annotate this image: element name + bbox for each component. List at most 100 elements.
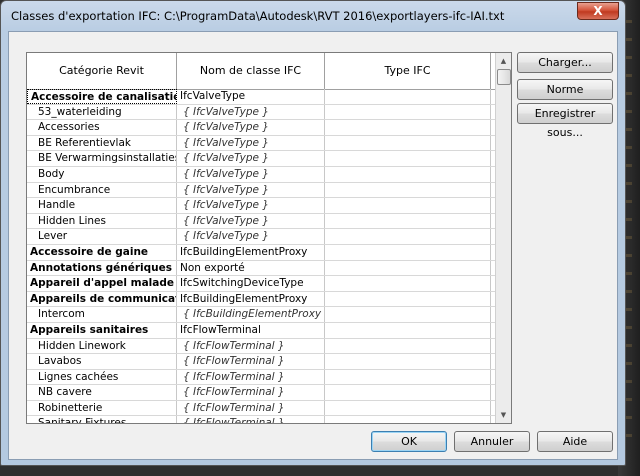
table-row[interactable]: Lever{ IfcValveType } xyxy=(27,229,495,245)
ifc-type-cell[interactable] xyxy=(325,291,491,307)
table-row[interactable]: Lignes cachées{ IfcFlowTerminal } xyxy=(27,369,495,386)
ifc-class-cell[interactable]: IfcBuildingElementProxy xyxy=(177,291,325,307)
category-cell[interactable]: NB cavere xyxy=(27,385,177,400)
table-row[interactable]: Encumbrance{ IfcValveType } xyxy=(27,182,495,199)
ifc-class-cell[interactable]: { IfcValveType } xyxy=(177,120,325,135)
category-cell[interactable]: Handle xyxy=(27,198,177,213)
column-header-ifc-class-name[interactable]: Nom de classe IFC xyxy=(177,53,325,89)
ifc-type-cell[interactable] xyxy=(325,276,491,291)
table-row[interactable]: Accessories{ IfcValveType } xyxy=(27,120,495,136)
ok-button[interactable]: OK xyxy=(371,431,447,452)
category-cell[interactable]: Appareil d'appel malade xyxy=(27,276,177,291)
ifc-type-cell[interactable] xyxy=(325,416,491,423)
ifc-class-cell[interactable]: IfcBuildingElementProxy xyxy=(177,244,325,260)
table-row[interactable]: Intercom{ IfcBuildingElementProxy } xyxy=(27,307,495,323)
ifc-type-cell[interactable] xyxy=(325,354,491,369)
table-row[interactable]: Lavabos{ IfcFlowTerminal } xyxy=(27,354,495,370)
ifc-class-cell[interactable]: { IfcValveType } xyxy=(177,135,325,151)
category-cell[interactable]: Appareils sanitaires xyxy=(27,322,177,338)
category-cell[interactable]: Accessories xyxy=(27,120,177,135)
category-cell[interactable]: Lignes cachées xyxy=(27,369,177,385)
ifc-type-cell[interactable] xyxy=(325,338,491,354)
category-cell[interactable]: BE Referentievlak xyxy=(27,135,177,151)
category-cell[interactable]: Lavabos xyxy=(27,354,177,369)
scroll-thumb[interactable] xyxy=(497,69,511,85)
table-row[interactable]: Hidden Linework{ IfcFlowTerminal } xyxy=(27,338,495,355)
cancel-button[interactable]: Annuler xyxy=(454,431,530,452)
ifc-class-cell[interactable]: IfcFlowTerminal xyxy=(177,322,325,338)
table-row[interactable]: Robinetterie{ IfcFlowTerminal } xyxy=(27,400,495,417)
ifc-class-cell[interactable]: { IfcBuildingElementProxy } xyxy=(177,307,325,322)
ifc-class-cell[interactable]: IfcValveType xyxy=(177,89,325,104)
title-bar[interactable]: Classes d'exportation IFC: C:\ProgramDat… xyxy=(1,1,625,31)
table-row[interactable]: Handle{ IfcValveType } xyxy=(27,198,495,214)
category-cell[interactable]: Encumbrance xyxy=(27,182,177,198)
ifc-class-cell[interactable]: { IfcValveType } xyxy=(177,229,325,244)
ifc-type-cell[interactable] xyxy=(325,322,491,338)
ifc-type-cell[interactable] xyxy=(325,369,491,385)
ifc-class-cell[interactable]: { IfcValveType } xyxy=(177,198,325,213)
mapping-grid[interactable]: Catégorie Revit Nom de classe IFC Type I… xyxy=(26,52,512,424)
load-button[interactable]: Charger... xyxy=(517,52,613,73)
table-row[interactable]: Appareil d'appel malade IfcSwitchingDevic… xyxy=(27,276,495,292)
scroll-down-icon[interactable]: ▼ xyxy=(496,407,511,423)
table-row[interactable]: Sanitary Fixtures{ IfcFlowTerminal } xyxy=(27,416,495,423)
table-row[interactable]: Hidden Lines{ IfcValveType } xyxy=(27,213,495,230)
category-cell[interactable]: Body xyxy=(27,166,177,182)
ifc-class-cell[interactable]: { IfcValveType } xyxy=(177,104,325,120)
table-row[interactable]: 53_waterleiding{ IfcValveType } xyxy=(27,104,495,121)
ifc-type-cell[interactable] xyxy=(325,182,491,198)
category-cell[interactable]: BE Verwarmingsinstallaties, to xyxy=(27,151,177,166)
ifc-class-cell[interactable]: { IfcFlowTerminal } xyxy=(177,385,325,400)
ifc-type-cell[interactable] xyxy=(325,307,491,322)
ifc-type-cell[interactable] xyxy=(325,213,491,229)
table-row[interactable]: Appareils de communicationIfcBuildingEle… xyxy=(27,291,495,308)
ifc-type-cell[interactable] xyxy=(325,89,491,104)
table-row[interactable]: Annotations génériques Non exporté xyxy=(27,260,495,277)
category-cell[interactable]: Lever xyxy=(27,229,177,244)
table-row[interactable]: Appareils sanitaires IfcFlowTerminal xyxy=(27,322,495,339)
ifc-type-cell[interactable] xyxy=(325,385,491,400)
table-row[interactable]: Accessoire de canalisation IfcValveType xyxy=(27,89,495,105)
ifc-class-cell[interactable]: { IfcValveType } xyxy=(177,166,325,182)
table-row[interactable]: BE Referentievlak{ IfcValveType } xyxy=(27,135,495,152)
ifc-class-cell[interactable]: { IfcFlowTerminal } xyxy=(177,400,325,416)
table-row[interactable]: NB cavere{ IfcFlowTerminal } xyxy=(27,385,495,401)
table-row[interactable]: BE Verwarmingsinstallaties, to{ IfcValve… xyxy=(27,151,495,167)
ifc-class-cell[interactable]: IfcSwitchingDeviceType xyxy=(177,276,325,291)
ifc-type-cell[interactable] xyxy=(325,104,491,120)
ifc-type-cell[interactable] xyxy=(325,244,491,260)
ifc-class-cell[interactable]: { IfcValveType } xyxy=(177,182,325,198)
category-cell[interactable]: Appareils de communication xyxy=(27,291,177,307)
save-as-button[interactable]: Enregistrer sous... xyxy=(517,103,613,139)
ifc-class-cell[interactable]: { IfcValveType } xyxy=(177,151,325,166)
category-cell[interactable]: Robinetterie xyxy=(27,400,177,416)
scroll-up-icon[interactable]: ▲ xyxy=(496,53,511,69)
ifc-type-cell[interactable] xyxy=(325,229,491,244)
category-cell[interactable]: Sanitary Fixtures xyxy=(27,416,177,423)
ifc-class-cell[interactable]: Non exporté xyxy=(177,260,325,276)
help-button[interactable]: Aide xyxy=(537,431,613,452)
category-cell[interactable]: Accessoire de gaine xyxy=(27,244,177,260)
column-header-revit-category[interactable]: Catégorie Revit xyxy=(27,53,177,89)
category-cell[interactable]: Annotations génériques xyxy=(27,260,177,276)
standard-button[interactable]: Norme xyxy=(517,79,613,100)
column-header-ifc-type[interactable]: Type IFC xyxy=(325,53,491,89)
category-cell[interactable]: Intercom xyxy=(27,307,177,322)
ifc-type-cell[interactable] xyxy=(325,166,491,182)
ifc-type-cell[interactable] xyxy=(325,198,491,213)
category-cell[interactable]: Hidden Lines xyxy=(27,213,177,229)
table-row[interactable]: Body{ IfcValveType } xyxy=(27,166,495,183)
ifc-class-cell[interactable]: { IfcFlowTerminal } xyxy=(177,338,325,354)
close-button[interactable]: X xyxy=(577,2,619,20)
ifc-type-cell[interactable] xyxy=(325,120,491,135)
category-cell[interactable]: Accessoire de canalisation xyxy=(27,89,177,104)
ifc-class-cell[interactable]: { IfcFlowTerminal } xyxy=(177,369,325,385)
ifc-class-cell[interactable]: { IfcFlowTerminal } xyxy=(177,354,325,369)
grid-scrollbar[interactable]: ▲ ▼ xyxy=(495,53,511,423)
ifc-type-cell[interactable] xyxy=(325,151,491,166)
ifc-type-cell[interactable] xyxy=(325,135,491,151)
ifc-type-cell[interactable] xyxy=(325,260,491,276)
category-cell[interactable]: 53_waterleiding xyxy=(27,104,177,120)
ifc-type-cell[interactable] xyxy=(325,400,491,416)
